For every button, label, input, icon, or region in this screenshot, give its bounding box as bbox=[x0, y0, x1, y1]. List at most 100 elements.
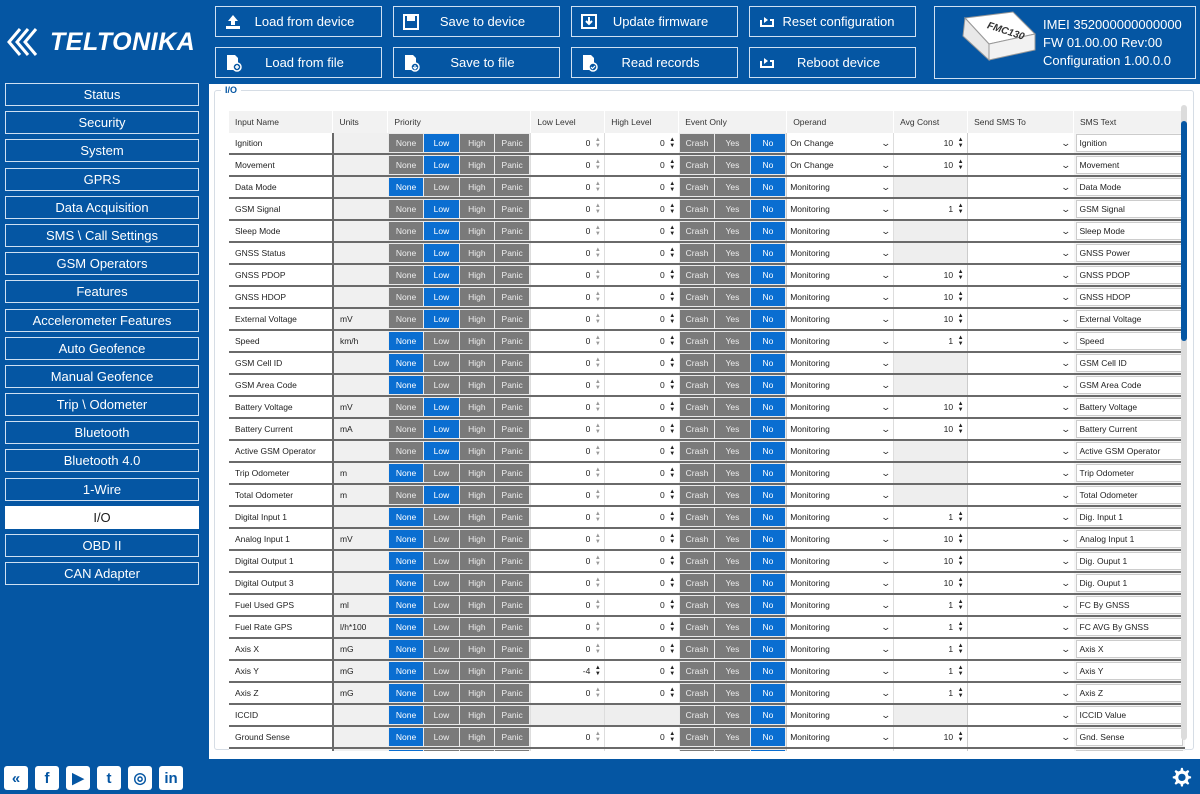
youtube-icon[interactable]: ▶ bbox=[66, 766, 90, 790]
spin-input[interactable]: 0▲▼ bbox=[530, 484, 605, 508]
event-crash-button[interactable]: Crash bbox=[679, 420, 715, 439]
instagram-icon[interactable]: ◎ bbox=[128, 766, 152, 790]
priority-none-button[interactable]: None bbox=[388, 486, 424, 505]
sms-text-input[interactable]: GSM Area Code bbox=[1075, 376, 1183, 395]
operand-select[interactable]: Monitoring ⌄ bbox=[786, 418, 894, 442]
sms-text-input[interactable]: FC AVG By GNSS bbox=[1075, 618, 1183, 637]
event-yes-button[interactable]: Yes bbox=[715, 288, 750, 307]
event-no-button[interactable]: No bbox=[750, 266, 786, 285]
operand-select[interactable]: Monitoring ⌄ bbox=[786, 528, 894, 552]
sidebar-item-accelerometer-features[interactable]: Accelerometer Features bbox=[5, 308, 199, 332]
event-yes-button[interactable]: Yes bbox=[715, 750, 750, 751]
spin-input[interactable]: 1▲▼ bbox=[893, 594, 968, 618]
priority-high-button[interactable]: High bbox=[459, 442, 494, 461]
spin-input[interactable]: 0▲▼ bbox=[530, 176, 605, 200]
event-yes-button[interactable]: Yes bbox=[715, 310, 750, 329]
event-yes-button[interactable]: Yes bbox=[715, 244, 750, 263]
sidebar-item-security[interactable]: Security bbox=[5, 111, 199, 135]
spin-input[interactable]: 0▲▼ bbox=[530, 374, 605, 398]
priority-panic-button[interactable]: Panic bbox=[494, 376, 530, 395]
priority-low-button[interactable]: Low bbox=[424, 332, 459, 351]
spin-input[interactable]: 0▲▼ bbox=[604, 242, 679, 266]
save-to-file-button[interactable]: Save to file bbox=[393, 47, 560, 78]
send-sms-to-select[interactable]: ⌄ bbox=[967, 660, 1074, 684]
sidebar-item-can-adapter[interactable]: CAN Adapter bbox=[5, 562, 199, 586]
spin-input[interactable]: 0▲▼ bbox=[604, 682, 679, 706]
spin-arrows-icon[interactable]: ▲ ▼ bbox=[594, 225, 601, 237]
spin-input[interactable]: 0▲▼ bbox=[530, 198, 605, 222]
spin-input[interactable]: 0▲▼ bbox=[604, 660, 679, 684]
spin-arrows-icon[interactable]: ▲ ▼ bbox=[669, 291, 676, 303]
priority-none-button[interactable]: None bbox=[388, 266, 424, 285]
event-crash-button[interactable]: Crash bbox=[679, 288, 715, 307]
reset-configuration-button[interactable]: Reset configuration bbox=[749, 6, 916, 37]
send-sms-to-select[interactable]: ⌄ bbox=[967, 330, 1074, 354]
send-sms-to-select[interactable]: ⌄ bbox=[967, 528, 1074, 552]
spin-input[interactable]: 10 ▲ ▼ bbox=[893, 396, 968, 420]
spin-input[interactable]: 0▲▼ bbox=[604, 550, 679, 574]
event-yes-button[interactable]: Yes bbox=[715, 420, 750, 439]
event-no-button[interactable]: No bbox=[750, 134, 786, 153]
spin-input[interactable]: 0▲▼ bbox=[604, 374, 679, 398]
priority-high-button[interactable]: High bbox=[459, 508, 494, 527]
priority-panic-button[interactable]: Panic bbox=[494, 640, 530, 659]
spin-input[interactable]: 10 ▲ ▼ bbox=[893, 154, 968, 178]
sms-text-input[interactable]: Battery Voltage bbox=[1075, 398, 1183, 417]
table-scrollbar[interactable] bbox=[1181, 105, 1187, 740]
sms-text-input[interactable]: Battery Current bbox=[1075, 420, 1183, 439]
event-no-button[interactable]: No bbox=[750, 310, 786, 329]
priority-panic-button[interactable]: Panic bbox=[494, 464, 530, 483]
operand-select[interactable]: Monitoring ⌄ bbox=[786, 506, 894, 530]
sms-text-input[interactable]: Analog Input 1 bbox=[1075, 530, 1183, 549]
sms-text-input[interactable]: Sleep Mode bbox=[1075, 222, 1183, 241]
priority-panic-button[interactable]: Panic bbox=[494, 398, 530, 417]
event-crash-button[interactable]: Crash bbox=[679, 376, 715, 395]
spin-arrows-icon[interactable]: ▲ ▼ bbox=[669, 423, 676, 435]
priority-high-button[interactable]: High bbox=[459, 354, 494, 373]
operand-select[interactable]: Monitoring ⌄ bbox=[786, 704, 894, 728]
priority-panic-button[interactable]: Panic bbox=[494, 244, 530, 263]
priority-panic-button[interactable]: Panic bbox=[494, 178, 530, 197]
send-sms-to-select[interactable]: ⌄ bbox=[967, 264, 1074, 288]
spin-input[interactable]: 1▲▼ bbox=[893, 198, 968, 222]
send-sms-to-select[interactable]: ⌄ bbox=[967, 133, 1074, 156]
spin-input[interactable]: 0▲▼ bbox=[530, 528, 605, 552]
priority-none-button[interactable]: None bbox=[388, 244, 424, 263]
event-no-button[interactable]: No bbox=[750, 288, 786, 307]
event-crash-button[interactable]: Crash bbox=[679, 134, 715, 153]
operand-select[interactable]: Monitoring ⌄ bbox=[786, 616, 894, 640]
event-crash-button[interactable]: Crash bbox=[679, 354, 715, 373]
spin-arrows-icon[interactable]: ▲ ▼ bbox=[669, 665, 676, 677]
priority-none-button[interactable]: None bbox=[388, 596, 424, 615]
send-sms-to-select[interactable]: ⌄ bbox=[967, 594, 1074, 618]
priority-panic-button[interactable]: Panic bbox=[494, 486, 530, 505]
sms-text-input[interactable]: GSM Signal bbox=[1075, 200, 1183, 219]
spin-input[interactable]: 0▲▼ bbox=[604, 616, 679, 640]
spin-arrows-icon[interactable]: ▲ ▼ bbox=[957, 665, 964, 677]
spin-arrows-icon[interactable]: ▲ ▼ bbox=[669, 401, 676, 413]
priority-none-button[interactable]: None bbox=[388, 508, 424, 527]
spin-arrows-icon[interactable]: ▲ ▼ bbox=[957, 401, 964, 413]
spin-arrows-icon[interactable]: ▲ ▼ bbox=[669, 467, 676, 479]
spin-input[interactable]: 0▲▼ bbox=[604, 352, 679, 376]
sms-text-input[interactable]: Dig. Ouput 1 bbox=[1075, 552, 1183, 571]
spin-arrows-icon[interactable]: ▲ ▼ bbox=[957, 137, 964, 149]
priority-high-button[interactable]: High bbox=[459, 706, 494, 725]
operand-select[interactable]: Monitoring ⌄ bbox=[786, 726, 894, 750]
operand-select[interactable]: Monitoring ⌄ bbox=[786, 594, 894, 618]
spin-input[interactable]: 0▲▼ bbox=[530, 308, 605, 332]
spin-arrows-icon[interactable]: ▲ ▼ bbox=[669, 643, 676, 655]
spin-input[interactable]: 0▲▼ bbox=[604, 748, 679, 751]
sidebar-item-obd-ii[interactable]: OBD II bbox=[5, 534, 199, 557]
spin-arrows-icon[interactable]: ▲ ▼ bbox=[594, 137, 601, 149]
sidebar-item-auto-geofence[interactable]: Auto Geofence bbox=[5, 336, 199, 360]
event-yes-button[interactable]: Yes bbox=[715, 618, 750, 637]
priority-low-button[interactable]: Low bbox=[424, 354, 459, 373]
spin-arrows-icon[interactable]: ▲ ▼ bbox=[669, 445, 676, 457]
send-sms-to-select[interactable]: ⌄ bbox=[967, 198, 1074, 222]
priority-panic-button[interactable]: Panic bbox=[494, 156, 530, 175]
spin-arrows-icon[interactable]: ▲ ▼ bbox=[594, 533, 601, 545]
spin-input[interactable]: 1▲▼ bbox=[893, 660, 968, 684]
priority-high-button[interactable]: High bbox=[459, 310, 494, 329]
priority-high-button[interactable]: High bbox=[459, 398, 494, 417]
